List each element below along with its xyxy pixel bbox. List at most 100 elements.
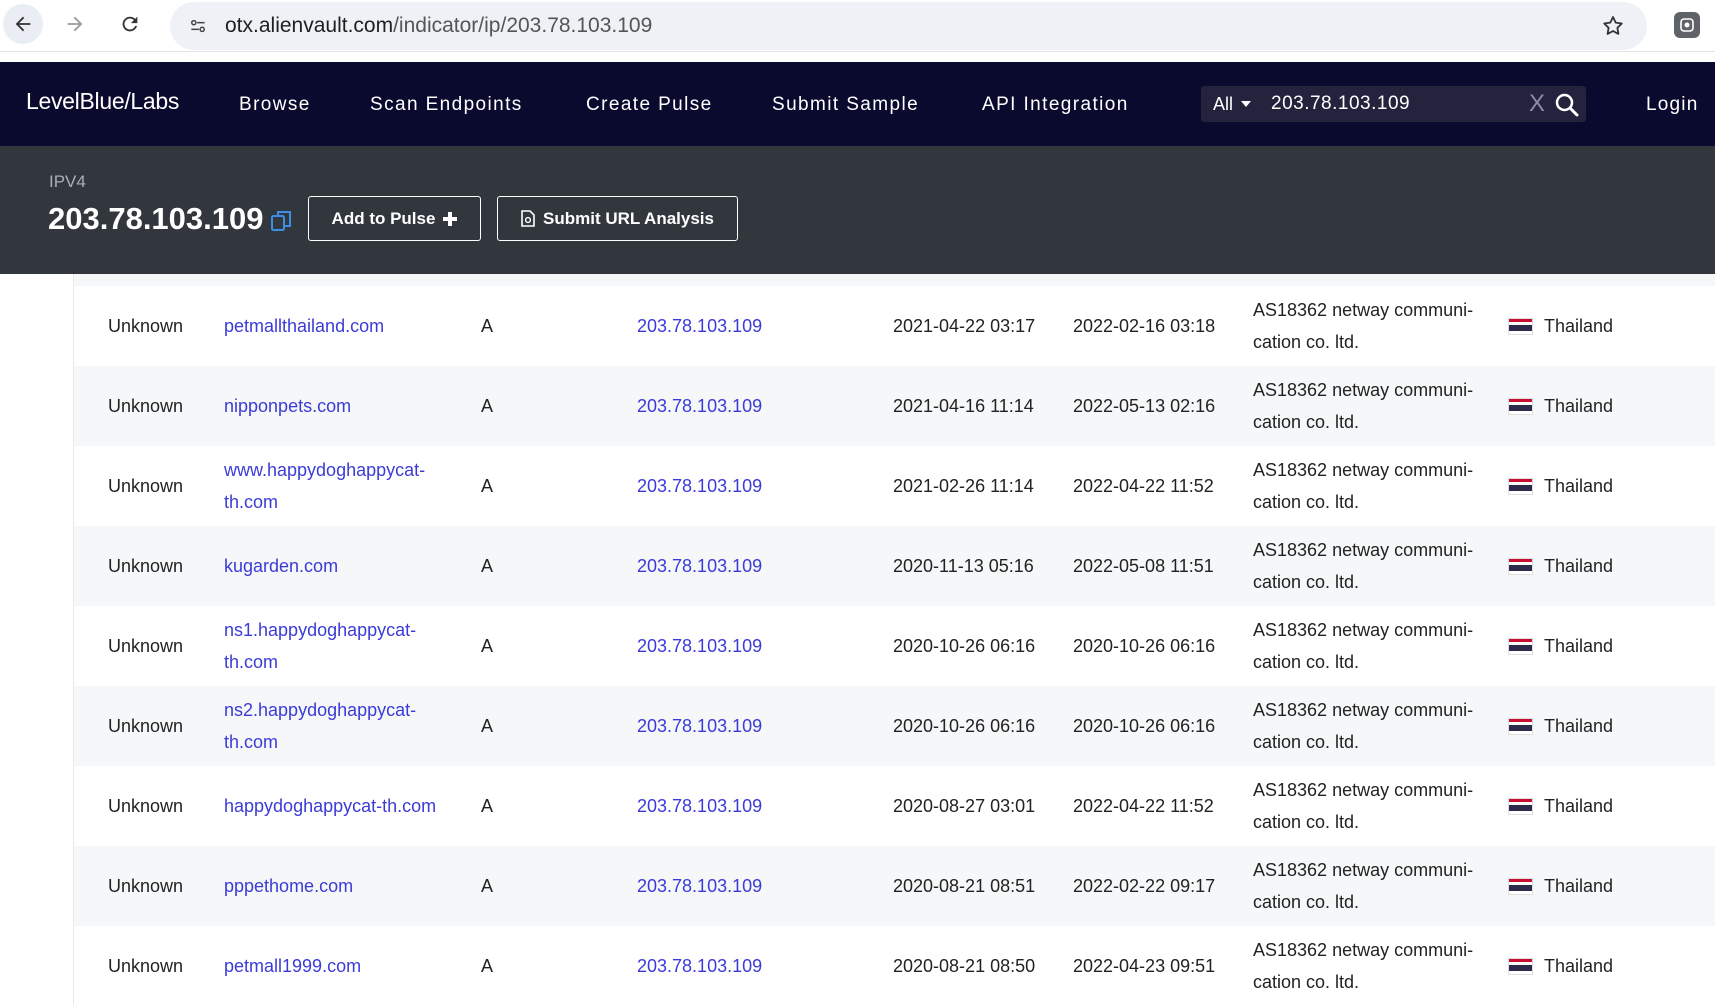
search-box: All X <box>1201 86 1586 122</box>
table-row: Unknown pppethome.com A 203.78.103.109 2020-… <box>74 846 1715 926</box>
thailand-flag-icon <box>1508 318 1533 335</box>
last-seen-cell: 2022-04-22 11:52 <box>1073 476 1214 496</box>
hostname-link[interactable]: ns1.happydoghappycat-th.com <box>224 614 416 678</box>
search-icon[interactable] <box>1554 92 1580 118</box>
address-link[interactable]: 203.78.103.109 <box>637 950 762 982</box>
chevron-down-icon[interactable] <box>1241 101 1251 107</box>
hostname-line: petmall1999.com <box>224 956 362 976</box>
add-to-pulse-label: Add to Pulse <box>331 208 436 228</box>
first-seen-cell: 2020-10-26 06:16 <box>893 636 1036 656</box>
url-path: /indicator/ip/203.78.103.109 <box>393 14 653 37</box>
address-link[interactable]: 203.78.103.109 <box>637 790 762 822</box>
clear-icon[interactable]: X <box>1529 90 1545 118</box>
table-row: Unknown nipponpets.com A 203.78.103.109 2021… <box>74 366 1715 446</box>
address-link[interactable]: 203.78.103.109 <box>637 470 762 502</box>
nav-submit-sample[interactable]: Submit Sample <box>772 94 919 116</box>
address-link[interactable]: 203.78.103.109 <box>637 550 762 582</box>
asn-line: cation co. ltd. <box>1253 652 1360 672</box>
submit-url-analysis-button[interactable]: Submit URL Analysis <box>497 196 738 241</box>
address-bar[interactable]: otx.alienvault.com/indicator/ip/203.78.1… <box>170 2 1647 50</box>
status-cell: Unknown <box>108 636 184 656</box>
table-row: Unknown petmallthailand.com A 203.78.103.10… <box>74 286 1715 366</box>
hostname-line: ns2.happydoghappycat- <box>224 700 417 720</box>
asn-line: cation co. ltd. <box>1253 332 1360 352</box>
country-cell: Thailand <box>1544 636 1614 656</box>
back-icon[interactable] <box>3 4 43 44</box>
hostname-link[interactable]: kugarden.com <box>224 550 338 582</box>
address-link[interactable]: 203.78.103.109 <box>637 390 762 422</box>
nav-create-pulse[interactable]: Create Pulse <box>586 94 713 116</box>
asn-cell: AS18362 netway communi-cation co. ltd. <box>1253 774 1473 838</box>
copy-icon[interactable] <box>270 208 294 234</box>
extension-icon[interactable] <box>1674 12 1700 38</box>
table-row: Unknown www.happydoghappycat-th.com A 203.7… <box>74 446 1715 526</box>
asn-cell: AS18362 netway communi-cation co. ltd. <box>1253 614 1473 678</box>
thailand-flag-icon <box>1508 558 1533 575</box>
url-text: otx.alienvault.com/indicator/ip/203.78.1… <box>225 14 652 38</box>
record-type-cell: A <box>481 716 494 736</box>
last-seen-cell: 2022-05-08 11:51 <box>1073 556 1214 576</box>
first-seen-cell: 2020-08-27 03:01 <box>893 796 1036 816</box>
country-cell: Thailand <box>1544 316 1614 336</box>
country-cell: Thailand <box>1544 396 1614 416</box>
nav-api-integration[interactable]: API Integration <box>982 94 1129 116</box>
site-header: LevelBlue/Labs Browse Scan Endpoints Cre… <box>0 62 1715 146</box>
add-to-pulse-button[interactable]: Add to Pulse <box>308 196 481 241</box>
status-cell: Unknown <box>108 796 184 816</box>
site-info-icon[interactable] <box>184 12 212 40</box>
country-cell: Thailand <box>1544 796 1614 816</box>
last-seen-cell: 2022-04-23 09:51 <box>1073 956 1216 976</box>
hostname-link[interactable]: petmallthailand.com <box>224 310 384 342</box>
asn-cell: AS18362 netway communi-cation co. ltd. <box>1253 294 1473 358</box>
reload-icon[interactable] <box>110 4 150 44</box>
asn-line: cation co. ltd. <box>1253 972 1360 992</box>
record-type-cell: A <box>481 396 494 416</box>
country-cell: Thailand <box>1544 876 1614 896</box>
last-seen-cell: 2020-10-26 06:16 <box>1073 636 1216 656</box>
plus-icon <box>443 211 458 226</box>
nav-scan-endpoints[interactable]: Scan Endpoints <box>370 94 523 116</box>
first-seen-cell: 2020-10-26 06:16 <box>893 716 1036 736</box>
search-scope-select[interactable]: All <box>1213 94 1233 115</box>
hostname-link[interactable]: petmall1999.com <box>224 950 361 982</box>
hostname-line: th.com <box>224 732 279 752</box>
first-seen-cell: 2021-04-22 03:17 <box>893 316 1036 336</box>
hostname-link[interactable]: nipponpets.com <box>224 390 351 422</box>
hostname-link[interactable]: ns2.happydoghappycat-th.com <box>224 694 416 758</box>
asn-line: AS18362 netway communi- <box>1253 540 1474 560</box>
last-seen-cell: 2020-10-26 06:16 <box>1073 716 1216 736</box>
table-row: Unknown petmall1999.com A 203.78.103.109 202… <box>74 926 1715 1005</box>
country-cell: Thailand <box>1544 956 1614 976</box>
table-top-edge <box>73 274 1715 286</box>
bookmark-star-icon[interactable] <box>1599 12 1627 40</box>
hostname-link[interactable]: pppethome.com <box>224 870 353 902</box>
address-link[interactable]: 203.78.103.109 <box>637 870 762 902</box>
country-cell: Thailand <box>1544 716 1614 736</box>
address-link[interactable]: 203.78.103.109 <box>637 710 762 742</box>
hostname-line: happydoghappycat-th.com <box>224 796 437 816</box>
status-cell: Unknown <box>108 396 184 416</box>
record-type-cell: A <box>481 796 494 816</box>
asn-line: cation co. ltd. <box>1253 732 1360 752</box>
asn-line: cation co. ltd. <box>1253 892 1360 912</box>
address-link[interactable]: 203.78.103.109 <box>637 630 762 662</box>
status-cell: Unknown <box>108 476 184 496</box>
browser-toolbar: otx.alienvault.com/indicator/ip/203.78.1… <box>0 0 1715 52</box>
hostname-link[interactable]: happydoghappycat-th.com <box>224 790 436 822</box>
search-input[interactable] <box>1271 90 1521 118</box>
thailand-flag-icon <box>1508 878 1533 895</box>
table-row: Unknown happydoghappycat-th.com A 203.78.10… <box>74 766 1715 846</box>
hostname-line: ns1.happydoghappycat- <box>224 620 417 640</box>
submit-url-analysis-label: Submit URL Analysis <box>543 208 714 228</box>
hostname-link[interactable]: www.happydoghappycat-th.com <box>224 454 425 518</box>
login-link[interactable]: Login <box>1646 94 1699 116</box>
forward-icon[interactable] <box>55 4 95 44</box>
address-link[interactable]: 203.78.103.109 <box>637 310 762 342</box>
country-cell: Thailand <box>1544 556 1614 576</box>
thailand-flag-icon <box>1508 638 1533 655</box>
levelblue-logo[interactable]: LevelBlue/Labs <box>26 88 179 115</box>
asn-cell: AS18362 netway communi-cation co. ltd. <box>1253 374 1473 438</box>
last-seen-cell: 2022-05-13 02:16 <box>1073 396 1216 416</box>
nav-browse[interactable]: Browse <box>239 94 311 116</box>
asn-cell: AS18362 netway communi-cation co. ltd. <box>1253 534 1473 598</box>
